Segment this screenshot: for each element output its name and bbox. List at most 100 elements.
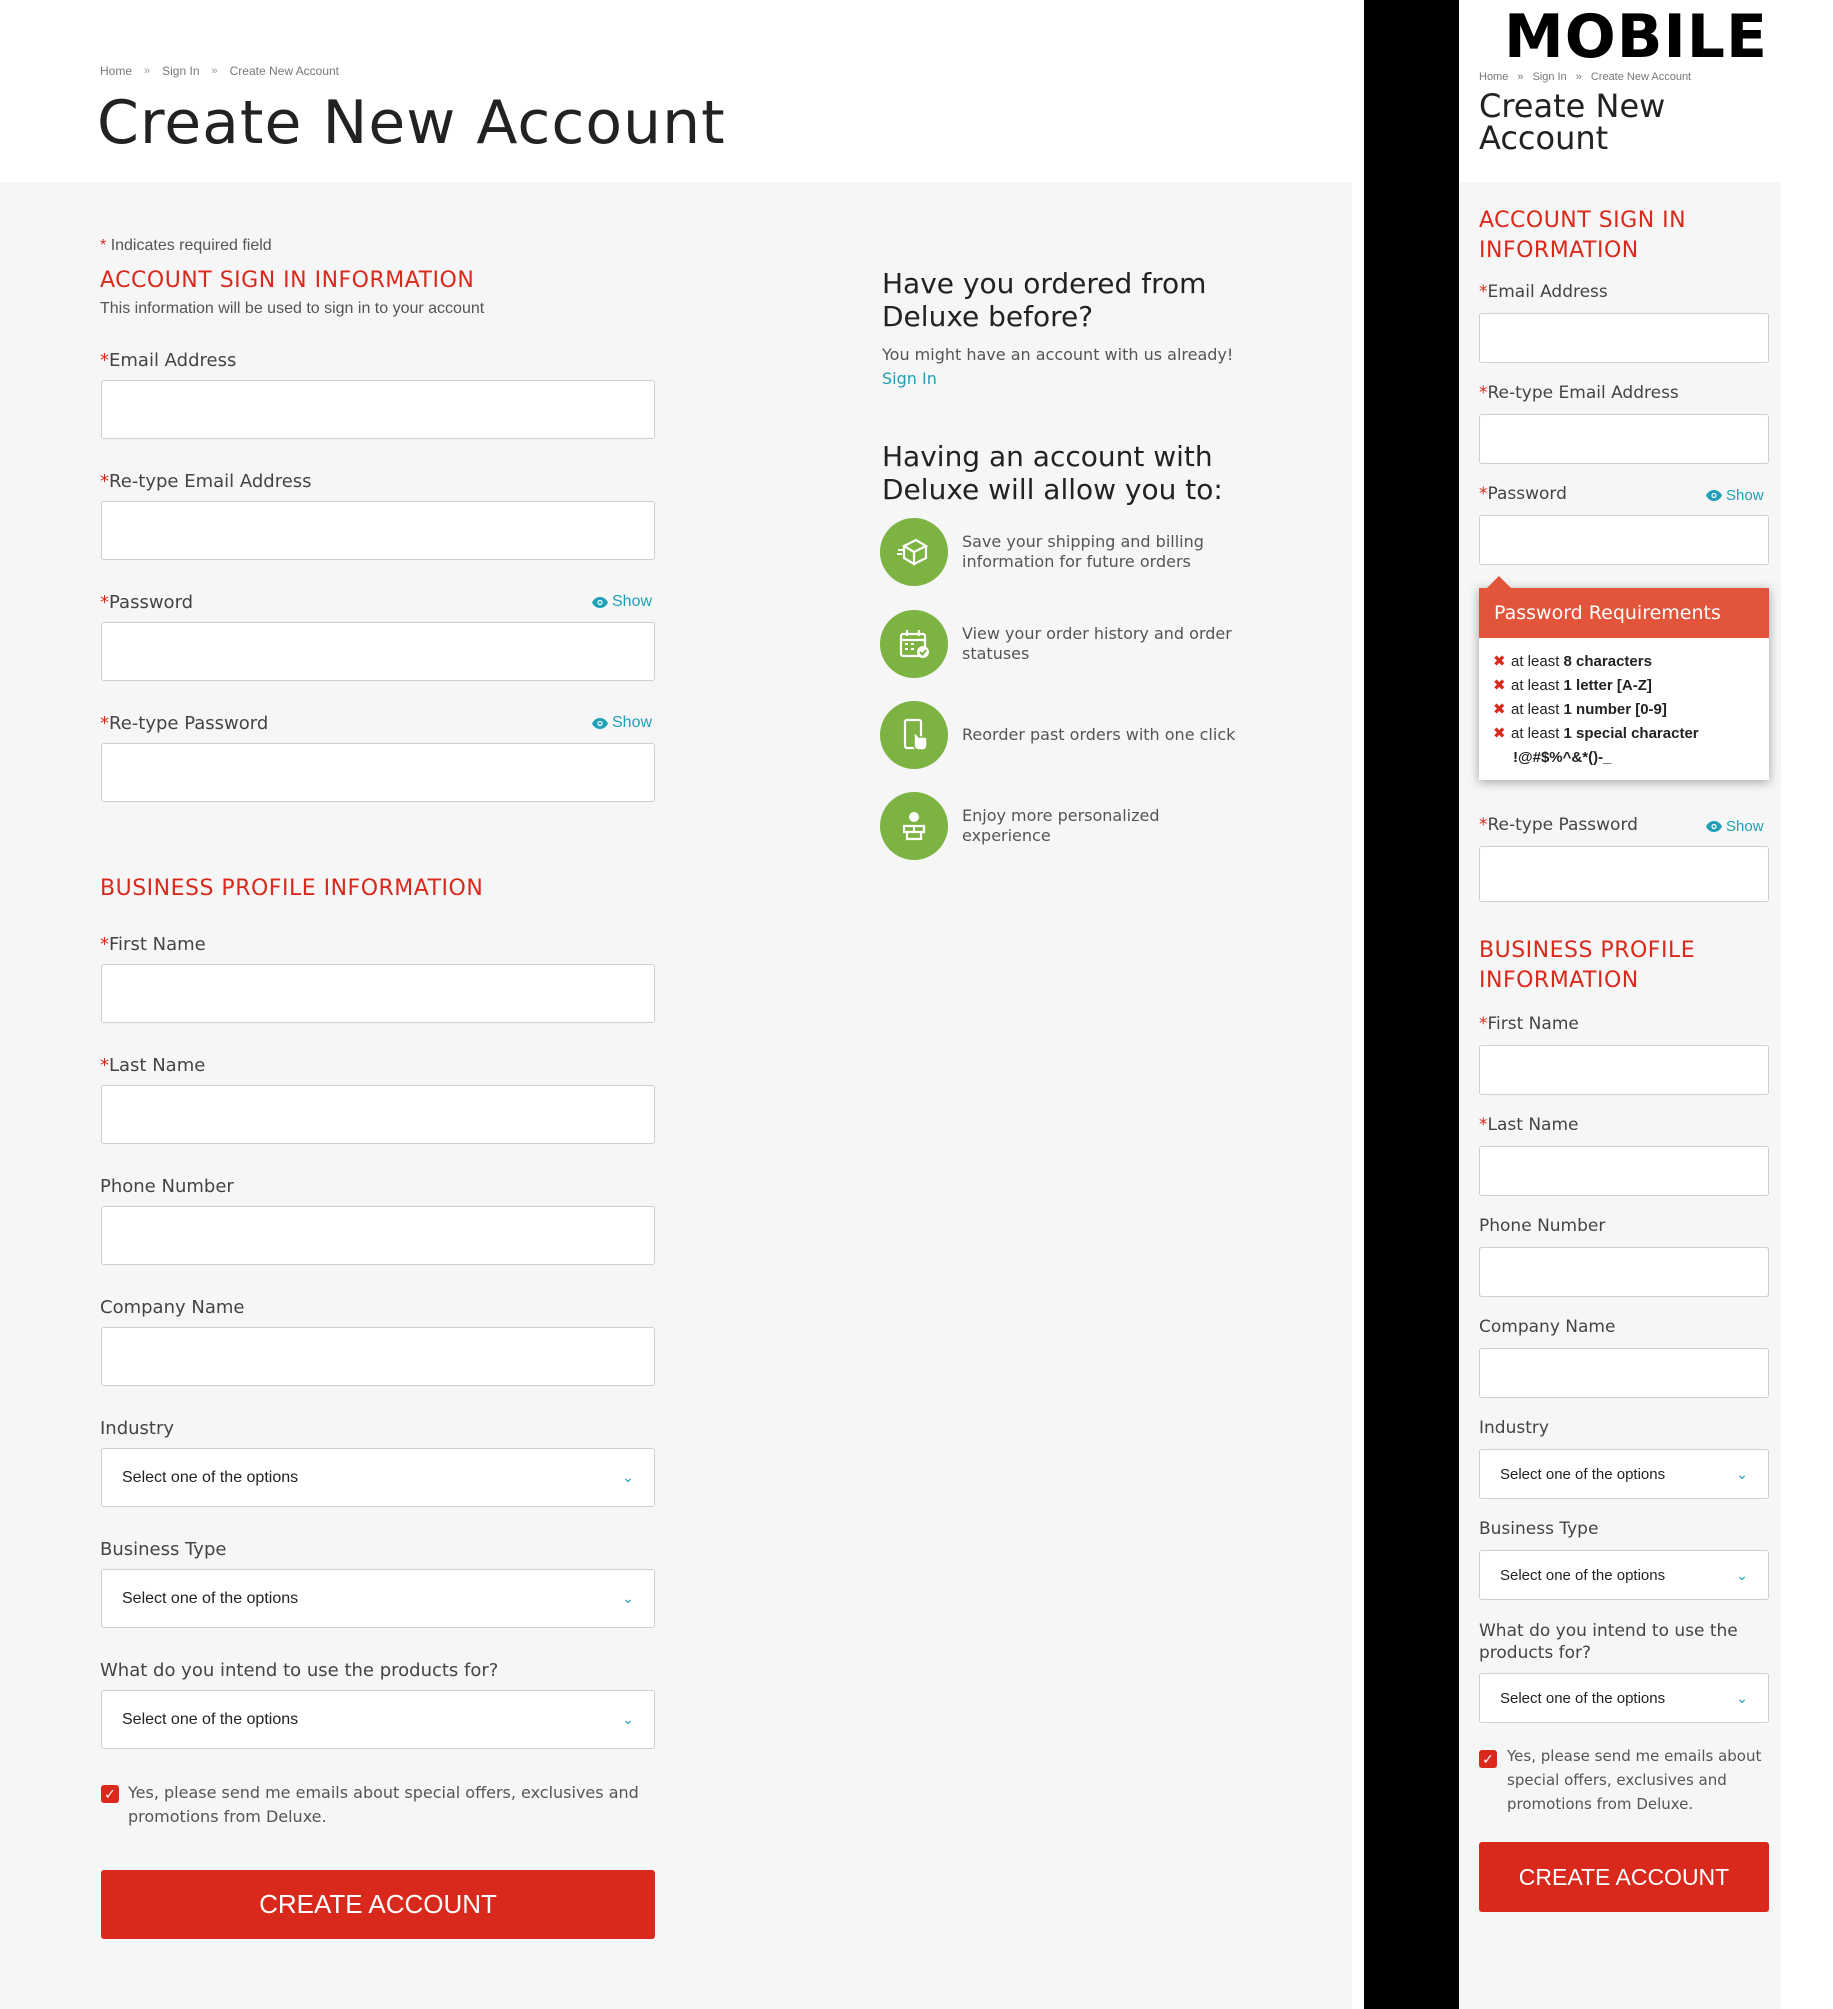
breadcrumb-separator: »: [1517, 71, 1524, 83]
password-show-toggle[interactable]: Show: [592, 593, 652, 611]
view-divider: [1364, 0, 1459, 2009]
intended-use-label: What do you intend to use the products f…: [100, 1660, 499, 1681]
phone-input[interactable]: [101, 1206, 655, 1265]
benefit-item: Enjoy more personalized experience: [880, 792, 1252, 860]
password-requirements-title: Password Requirements: [1479, 588, 1769, 638]
breadcrumb-home[interactable]: Home: [100, 64, 132, 78]
mobile-retype-password-input[interactable]: [1479, 846, 1769, 902]
intended-use-select[interactable]: Select one of the options ⌄: [101, 1690, 655, 1749]
sign-in-section-title: ACCOUNT SIGN IN INFORMATION: [100, 268, 475, 293]
benefit-item: Reorder past orders with one click: [880, 701, 1252, 769]
mobile-email-label: *Email Address: [1479, 282, 1608, 302]
mobile-breadcrumb: Home » Sign In » Create New Account: [1479, 71, 1691, 83]
desktop-view: Home » Sign In » Create New Account Crea…: [0, 0, 1352, 2009]
calendar-check-icon: [880, 610, 948, 678]
mobile-email-input[interactable]: [1479, 313, 1769, 363]
first-name-label: *First Name: [100, 934, 206, 955]
x-mark-icon: ✖: [1493, 725, 1506, 742]
breadcrumb: Home » Sign In » Create New Account: [100, 64, 339, 78]
email-input[interactable]: [101, 380, 655, 439]
last-name-input[interactable]: [101, 1085, 655, 1144]
mobile-first-name-input[interactable]: [1479, 1045, 1769, 1095]
chevron-down-icon: ⌄: [622, 1469, 634, 1485]
mobile-retype-email-label: *Re-type Email Address: [1479, 383, 1679, 403]
breadcrumb-home[interactable]: Home: [1479, 71, 1508, 83]
mobile-newsletter-checkbox[interactable]: ✓: [1479, 1750, 1497, 1768]
mobile-company-input[interactable]: [1479, 1348, 1769, 1398]
required-note-text: Indicates required field: [110, 237, 272, 254]
chevron-down-icon: ⌄: [622, 1711, 634, 1727]
company-label: Company Name: [100, 1297, 245, 1318]
mobile-business-type-select[interactable]: Select one of the options ⌄: [1479, 1550, 1769, 1600]
form-area: * Indicates required field ACCOUNT SIGN …: [0, 182, 1352, 2009]
benefit-text: Save your shipping and billing informati…: [962, 532, 1204, 571]
mobile-industry-select[interactable]: Select one of the options ⌄: [1479, 1449, 1769, 1499]
checkmark-icon: ✓: [104, 1785, 116, 1802]
required-note: * Indicates required field: [100, 237, 272, 255]
newsletter-label: Yes, please send me emails about special…: [128, 1783, 639, 1826]
mobile-retype-email-input[interactable]: [1479, 414, 1769, 464]
benefit-text: Reorder past orders with one click: [962, 725, 1236, 744]
retype-email-input[interactable]: [101, 501, 655, 560]
retype-email-label: *Re-type Email Address: [100, 471, 312, 492]
mobile-retype-password-show-toggle[interactable]: Show: [1706, 818, 1764, 835]
last-name-label: *Last Name: [100, 1055, 206, 1076]
benefits-heading: Having an account with Deluxe will allow…: [882, 440, 1223, 506]
mobile-intended-use-select[interactable]: Select one of the options ⌄: [1479, 1673, 1769, 1723]
newsletter-checkbox[interactable]: ✓: [101, 1785, 119, 1803]
mobile-sign-in-title: ACCOUNT SIGN IN INFORMATION: [1479, 208, 1687, 263]
benefit-item: Save your shipping and billing informati…: [880, 518, 1252, 586]
requirement-item: ✖ at least 8 characters: [1493, 650, 1755, 674]
requirement-item: ✖ at least 1 special character: [1493, 722, 1755, 746]
page-header: Home » Sign In » Create New Account Crea…: [0, 0, 1352, 182]
requirement-item: ✖ at least 1 number [0-9]: [1493, 698, 1755, 722]
eye-icon: [1706, 490, 1722, 501]
required-star: *: [100, 237, 107, 254]
industry-select[interactable]: Select one of the options ⌄: [101, 1448, 655, 1507]
x-mark-icon: ✖: [1493, 677, 1506, 694]
mobile-password-input[interactable]: [1479, 515, 1769, 565]
mobile-password-label: *Password: [1479, 484, 1567, 504]
ordered-text: You might have an account with us alread…: [882, 345, 1234, 364]
requirement-item: ✖ at least 1 letter [A-Z]: [1493, 674, 1755, 698]
breadcrumb-sign-in[interactable]: Sign In: [162, 64, 199, 78]
sign-in-link[interactable]: Sign In: [882, 369, 937, 388]
mobile-last-name-input[interactable]: [1479, 1146, 1769, 1196]
mobile-password-show-toggle[interactable]: Show: [1706, 487, 1764, 504]
create-account-button[interactable]: CREATE ACCOUNT: [101, 1870, 655, 1939]
chevron-down-icon: ⌄: [1736, 1689, 1748, 1706]
retype-password-input[interactable]: [101, 743, 655, 802]
password-input[interactable]: [101, 622, 655, 681]
company-input[interactable]: [101, 1327, 655, 1386]
mobile-view: MOBILE Home » Sign In » Create New Accou…: [1459, 0, 1781, 2009]
box-icon: [880, 518, 948, 586]
business-section-title: BUSINESS PROFILE INFORMATION: [100, 876, 484, 901]
x-mark-icon: ✖: [1493, 653, 1506, 670]
requirement-special-chars: !@#$%^&*()-_: [1513, 749, 1612, 766]
x-mark-icon: ✖: [1493, 701, 1506, 718]
mobile-business-title: BUSINESS PROFILE INFORMATION: [1479, 938, 1696, 993]
breadcrumb-separator: »: [1575, 71, 1582, 83]
mobile-phone-input[interactable]: [1479, 1247, 1769, 1297]
breadcrumb-current: Create New Account: [229, 64, 340, 78]
industry-label: Industry: [100, 1418, 175, 1439]
business-type-label: Business Type: [100, 1539, 227, 1560]
person-icon: [880, 792, 948, 860]
retype-password-label: *Re-type Password: [100, 713, 269, 734]
eye-icon: [592, 717, 608, 729]
email-label: *Email Address: [100, 350, 237, 371]
first-name-input[interactable]: [101, 964, 655, 1023]
mobile-company-label: Company Name: [1479, 1317, 1616, 1337]
breadcrumb-sign-in[interactable]: Sign In: [1532, 71, 1566, 83]
benefit-text: View your order history and order status…: [962, 624, 1232, 663]
phone-tap-icon: [880, 701, 948, 769]
mobile-retype-password-label: *Re-type Password: [1479, 815, 1638, 835]
mobile-newsletter-label: Yes, please send me emails about special…: [1507, 1747, 1762, 1813]
sign-in-section-subtitle: This information will be used to sign in…: [100, 300, 485, 317]
password-label: *Password: [100, 592, 194, 613]
chevron-down-icon: ⌄: [1736, 1566, 1748, 1583]
business-type-select[interactable]: Select one of the options ⌄: [101, 1569, 655, 1628]
chevron-down-icon: ⌄: [622, 1590, 634, 1606]
mobile-create-account-button[interactable]: CREATE ACCOUNT: [1479, 1842, 1769, 1912]
retype-password-show-toggle[interactable]: Show: [592, 714, 652, 732]
